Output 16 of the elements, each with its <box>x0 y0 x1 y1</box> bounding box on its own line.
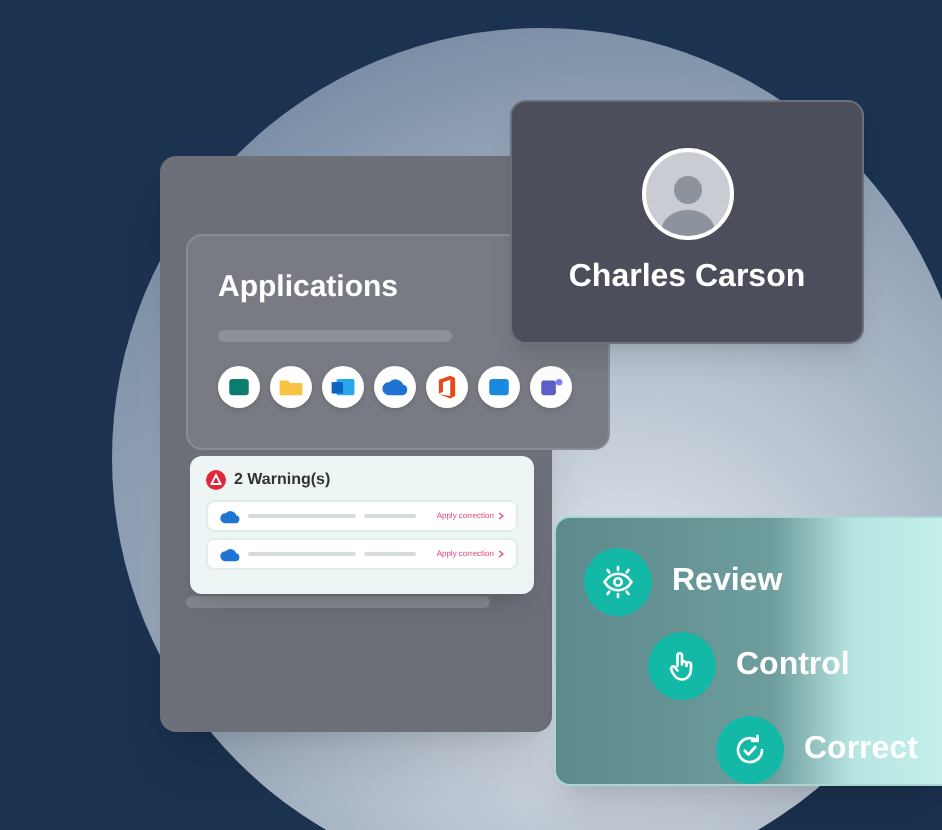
step-label: Correct <box>804 734 918 766</box>
applications-title: Applications <box>218 272 401 302</box>
folder-icon[interactable] <box>270 366 312 408</box>
cloud-icon[interactable] <box>374 366 416 408</box>
cloud-icon <box>220 547 240 561</box>
chevron-right-icon <box>498 550 504 558</box>
step-label: Review <box>672 566 783 598</box>
circular-check-icon <box>732 732 768 768</box>
app-icon[interactable] <box>218 366 260 408</box>
step-label: Control <box>736 650 850 682</box>
chevron-right-icon <box>498 512 504 520</box>
profile-name: Charles Carson <box>568 262 806 294</box>
eye-icon <box>600 564 636 600</box>
warning-icon <box>206 470 226 490</box>
warnings-title: 2 Warning(s) <box>234 472 331 488</box>
cloud-icon <box>220 509 240 523</box>
